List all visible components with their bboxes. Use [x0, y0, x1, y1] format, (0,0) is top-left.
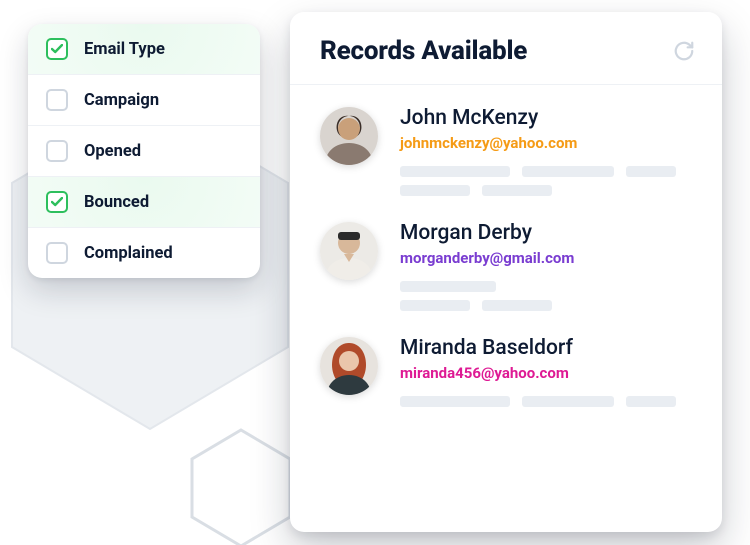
- filter-label: Bounced: [84, 193, 149, 212]
- checkbox-icon: [46, 191, 68, 213]
- records-title: Records Available: [320, 36, 527, 66]
- filter-label: Email Type: [84, 40, 165, 59]
- person-email: miranda456@yahoo.com: [400, 364, 694, 382]
- filter-row-opened[interactable]: Opened: [28, 126, 260, 177]
- person-info: John McKenzy johnmckenzy@yahoo.com: [400, 107, 694, 196]
- avatar: [320, 222, 378, 280]
- avatar: [320, 107, 378, 165]
- filter-row-campaign[interactable]: Campaign: [28, 75, 260, 126]
- filter-row-email-type[interactable]: Email Type: [28, 24, 260, 75]
- record-row[interactable]: John McKenzy johnmckenzy@yahoo.com: [290, 85, 722, 200]
- skeleton-placeholder: [400, 166, 694, 196]
- filter-label: Campaign: [84, 91, 159, 110]
- person-name: John McKenzy: [400, 107, 694, 130]
- checkbox-icon: [46, 38, 68, 60]
- person-info: Morgan Derby morganderby@gmail.com: [400, 222, 694, 311]
- checkbox-icon: [46, 89, 68, 111]
- person-name: Morgan Derby: [400, 222, 694, 245]
- skeleton-placeholder: [400, 281, 694, 311]
- skeleton-placeholder: [400, 396, 694, 407]
- checkbox-icon: [46, 242, 68, 264]
- person-name: Miranda Baseldorf: [400, 337, 694, 360]
- filter-card: Email Type Campaign Opened Bounced Compl…: [28, 24, 260, 278]
- record-row[interactable]: Morgan Derby morganderby@gmail.com: [290, 200, 722, 315]
- filter-label: Complained: [84, 244, 173, 263]
- person-info: Miranda Baseldorf miranda456@yahoo.com: [400, 337, 694, 407]
- avatar: [320, 337, 378, 395]
- records-card: Records Available: [290, 12, 722, 532]
- person-email: johnmckenzy@yahoo.com: [400, 134, 694, 152]
- background-hexagon-small: [186, 426, 296, 545]
- records-header: Records Available: [290, 12, 722, 85]
- filter-label: Opened: [84, 142, 141, 161]
- person-email: morganderby@gmail.com: [400, 249, 694, 267]
- filter-row-complained[interactable]: Complained: [28, 228, 260, 278]
- refresh-button[interactable]: [672, 39, 696, 63]
- refresh-icon: [673, 40, 695, 62]
- record-row[interactable]: Miranda Baseldorf miranda456@yahoo.com: [290, 315, 722, 411]
- checkbox-icon: [46, 140, 68, 162]
- filter-row-bounced[interactable]: Bounced: [28, 177, 260, 228]
